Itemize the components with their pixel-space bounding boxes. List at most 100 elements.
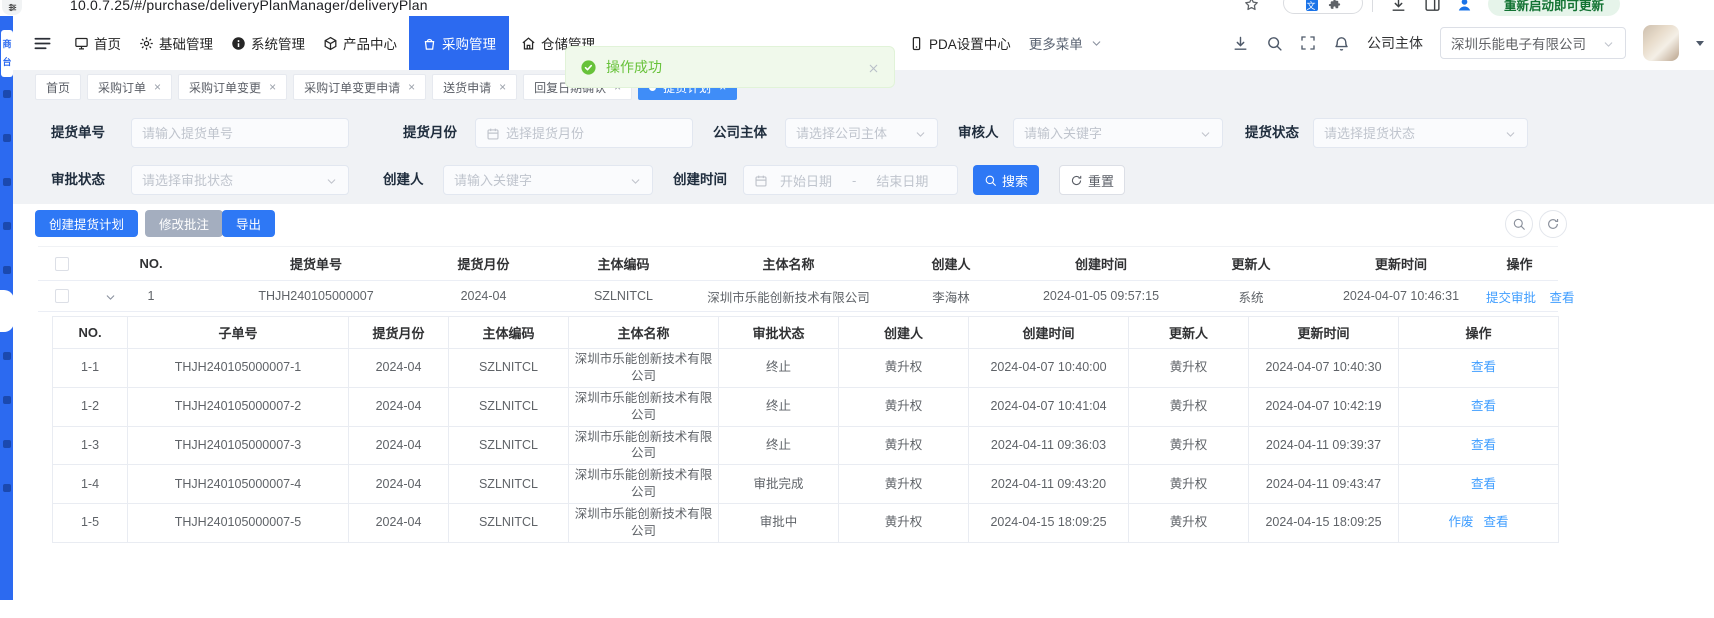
view-link[interactable]: 查看 [1471,438,1496,452]
nav-item-basic-mgmt[interactable]: 基础管理 [133,16,219,70]
chevron-down-icon [629,172,642,187]
filter-label: 创建人 [383,172,424,187]
close-icon[interactable]: × [154,80,161,94]
nav-item-label: 产品中心 [343,37,397,52]
delivery-status-select[interactable] [1313,118,1528,148]
tab-purchase-order[interactable]: 采购订单 × [87,74,173,100]
address-bar[interactable]: 10.0.7.25/#/purchase/deliveryPlanManager… [70,0,428,13]
sidebar-active-item[interactable] [0,290,14,332]
tab-purchase-order-change[interactable]: 采购订单变更 × [178,74,288,100]
select-all-checkbox[interactable] [55,257,69,272]
auditor-select[interactable] [1013,118,1223,148]
bookmark-star-icon[interactable] [1243,0,1260,13]
bell-icon[interactable] [1333,34,1350,51]
company-entity-filter-select[interactable] [785,118,938,148]
download-icon[interactable] [1232,34,1249,51]
col-created-at: 创建时间 [1021,246,1181,281]
logo-char-top: 商 [2,39,12,49]
search-button[interactable]: 搜索 [973,165,1039,195]
sidebar-item-icon[interactable] [3,484,11,492]
extension-icon[interactable] [1328,0,1341,11]
submit-approval-link[interactable]: 提交审批 [1486,291,1536,305]
avatar-caret-icon[interactable] [1696,40,1704,46]
sidebar-item-icon[interactable] [3,134,11,142]
chevron-down-icon [914,125,927,140]
sidebar-item-icon[interactable] [3,222,11,230]
creator-field[interactable] [454,172,623,188]
menu-collapse-icon[interactable] [33,34,52,53]
toast-message: 操作成功 [606,59,662,75]
company-entity-select[interactable]: 深圳乐能电子有限公司 [1440,27,1626,59]
delivery-status-field[interactable] [1324,125,1498,141]
col-entity-code: 主体编码 [551,246,696,281]
table-search-icon-button[interactable] [1505,210,1533,238]
create-delivery-plan-button[interactable]: 创建提货计划 [35,210,139,237]
view-link[interactable]: 查看 [1550,291,1575,305]
nav-item-more-menu[interactable]: 更多菜单 [1023,16,1109,70]
nav-item-purchase-mgmt[interactable]: 采购管理 [409,16,509,70]
chevron-down-icon [1504,125,1517,140]
sidebar-item-icon[interactable] [3,90,11,98]
sub-row-updater: 黄升权 [1128,464,1249,504]
nav-item-pda-center[interactable]: PDA设置中心 [903,16,1017,70]
col-creator: 创建人 [838,316,969,349]
close-icon[interactable]: × [499,80,506,94]
downloads-icon[interactable] [1390,0,1407,13]
delivery-no-input[interactable] [131,118,349,148]
tab-purchase-order-change-request[interactable]: 采购订单变更申请 × [293,74,427,100]
view-link[interactable]: 查看 [1484,515,1509,529]
view-link[interactable]: 查看 [1471,399,1496,413]
table-refresh-icon-button[interactable] [1539,210,1567,238]
approval-status-select[interactable] [131,165,349,195]
table-header-row: NO. 提货单号 提货月份 主体编码 主体名称 创建人 创建时间 更新人 更新时… [38,246,1558,281]
expand-chevron-icon[interactable] [104,290,117,304]
created-date-range-picker[interactable]: 开始日期 - 结束日期 [743,165,958,195]
fullscreen-icon[interactable] [1300,35,1316,52]
row-checkbox[interactable] [55,289,69,304]
translate-icon[interactable] [1305,0,1318,12]
tab-home[interactable]: 首页 [35,74,82,100]
view-link[interactable]: 查看 [1471,477,1496,491]
user-avatar[interactable] [1643,25,1679,61]
profile-icon[interactable] [1456,0,1473,13]
sidebar-item-icon[interactable] [3,352,11,360]
close-icon[interactable] [867,59,880,74]
sidebar-item-icon[interactable] [3,440,11,448]
col-no: NO. [86,246,216,281]
sub-row-order-no: THJH240105000007-1 [127,348,349,388]
auditor-field[interactable] [1024,125,1193,141]
edit-annotation-button[interactable]: 修改批注 [145,210,224,237]
sidebar-item-icon[interactable] [3,178,11,186]
browser-update-chip[interactable]: 重新启动即可更新 [1488,0,1621,16]
calendar-icon [754,172,768,188]
sidebar-item-icon[interactable] [3,266,11,274]
creator-select[interactable] [443,165,653,195]
extensions-pill[interactable] [1283,0,1363,14]
close-icon[interactable]: × [269,80,276,94]
col-approval-status: 审批状态 [718,316,839,349]
sub-row-creator: 黄升权 [838,348,969,388]
nav-item-home[interactable]: 首页 [68,16,127,70]
nav-item-product-center[interactable]: 产品中心 [317,16,403,70]
export-button[interactable]: 导出 [222,210,276,237]
filter-label: 审核人 [958,125,999,140]
approval-status-field[interactable] [142,172,319,188]
site-settings-icon[interactable] [2,0,22,15]
search-icon[interactable] [1266,34,1283,51]
side-panel-icon[interactable] [1424,0,1441,13]
delivery-no-field[interactable] [142,125,338,141]
close-icon[interactable]: × [408,80,415,94]
tab-label: 采购订单变更 [189,80,262,95]
reset-button[interactable]: 重置 [1059,165,1125,195]
col-actions: 操作 [1481,246,1558,281]
company-entity-filter-field[interactable] [796,125,908,141]
void-link[interactable]: 作废 [1448,515,1473,529]
view-link[interactable]: 查看 [1471,360,1496,374]
delivery-month-picker[interactable] [475,118,693,148]
nav-item-label: 基础管理 [159,37,213,52]
sidebar-item-icon[interactable] [3,396,11,404]
delivery-month-field[interactable] [506,125,682,141]
nav-item-system-mgmt[interactable]: 系统管理 [225,16,311,70]
col-entity-code: 主体编码 [448,316,569,349]
tab-delivery-request[interactable]: 送货申请 × [432,74,518,100]
